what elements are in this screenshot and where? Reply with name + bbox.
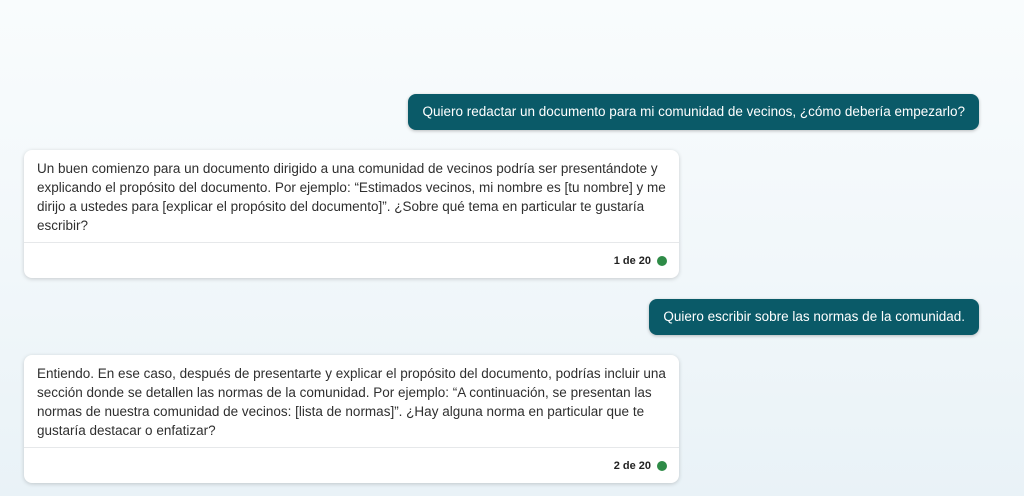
assistant-message-text: Un buen comienzo para un documento dirig… xyxy=(37,161,666,233)
assistant-message: Entiendo. En ese caso, después de presen… xyxy=(24,355,679,483)
assistant-message-footer: 2 de 20 xyxy=(24,447,679,483)
status-dot-icon xyxy=(657,460,667,471)
user-message-text: Quiero redactar un documento para mi com… xyxy=(422,104,965,119)
message-counter: 2 de 20 xyxy=(613,459,651,472)
message-counter: 1 de 20 xyxy=(613,254,651,267)
assistant-message-text: Entiendo. En ese caso, después de presen… xyxy=(37,366,666,438)
status-dot-icon xyxy=(657,255,667,266)
user-message: Quiero redactar un documento para mi com… xyxy=(408,94,979,130)
user-message: Quiero escribir sobre las normas de la c… xyxy=(649,299,979,335)
assistant-message: Un buen comienzo para un documento dirig… xyxy=(24,150,679,278)
user-message-text: Quiero escribir sobre las normas de la c… xyxy=(663,309,965,324)
assistant-message-footer: 1 de 20 xyxy=(24,242,679,278)
